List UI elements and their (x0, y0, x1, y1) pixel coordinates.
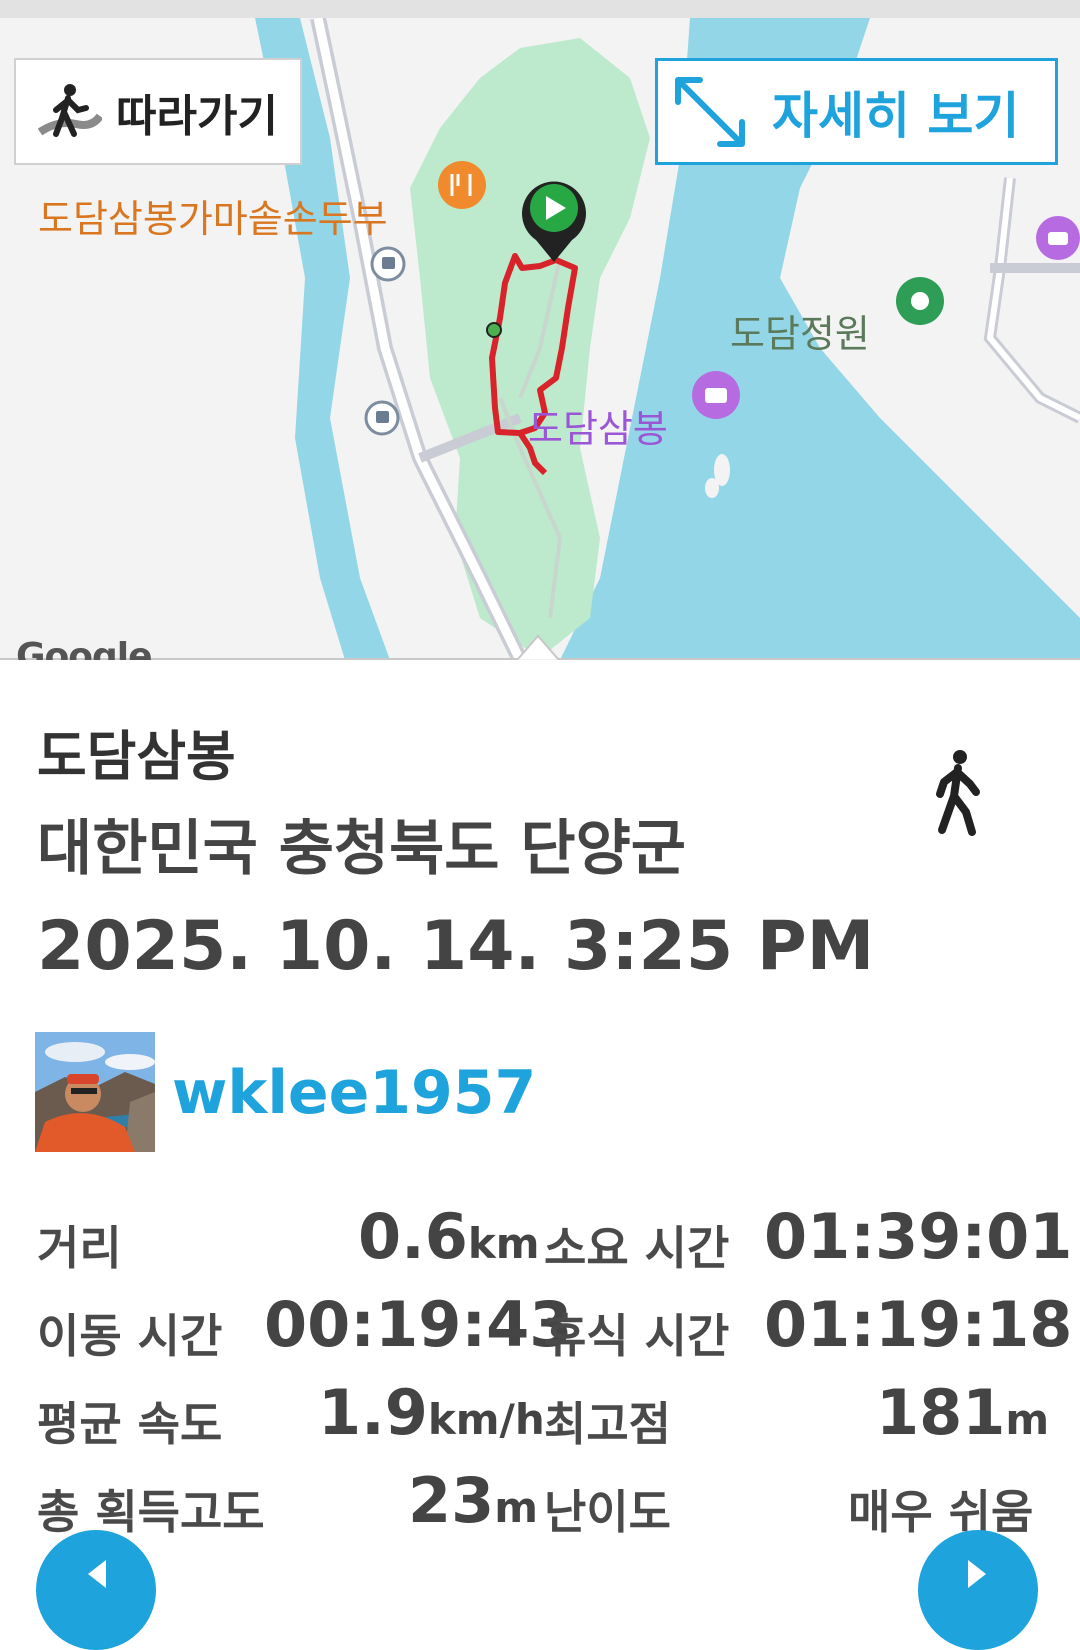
duration-label: 소요 시간 (544, 1221, 730, 1275)
avg-speed-unit: km/h (427, 1395, 545, 1444)
track-title: 도담삼봉 (37, 725, 236, 788)
avg-speed-value: 1.9 (318, 1376, 428, 1449)
poi-garden-label[interactable]: 도담정원 (730, 303, 870, 358)
google-attribution: Google (16, 636, 153, 660)
follow-button-label: 따라가기 (116, 90, 278, 142)
detail-view-button-label: 자세히 보기 (772, 86, 1020, 145)
track-datetime: 2025. 10. 14. 3:25 PM (37, 907, 875, 986)
moving-time-label: 이동 시간 (37, 1309, 223, 1363)
previous-button[interactable] (36, 1530, 156, 1650)
avg-speed-value-group: 1.9km/h (318, 1376, 545, 1449)
chevron-right-icon (968, 1560, 986, 1588)
avatar-photo (35, 1032, 155, 1152)
rest-time-label: 휴식 시간 (544, 1309, 730, 1363)
expand-icon (675, 76, 745, 147)
max-elevation-unit: m (1005, 1395, 1050, 1444)
avatar[interactable] (35, 1032, 155, 1152)
difficulty-label: 난이도 (544, 1485, 671, 1539)
hiker-icon (38, 83, 102, 137)
max-elevation-label: 최고점 (544, 1397, 671, 1451)
username-link[interactable]: wklee1957 (172, 1058, 536, 1128)
walking-person-icon (936, 750, 980, 836)
chevron-left-icon (88, 1560, 106, 1588)
follow-button[interactable]: 따라가기 (14, 58, 302, 165)
rest-time-value: 01:19:18 (764, 1288, 1073, 1361)
total-ascent-value-group: 23m (408, 1464, 538, 1537)
poi-restaurant-label[interactable]: 도담삼봉가마솥손두부 (38, 188, 388, 243)
distance-value-group: 0.6km (358, 1200, 540, 1273)
max-elevation-value-group: 181m (876, 1376, 1049, 1449)
max-elevation-value: 181 (876, 1376, 1006, 1449)
track-region: 대한민국 충청북도 단양군 (37, 814, 686, 884)
total-ascent-value: 23 (408, 1464, 495, 1537)
poi-spot-label[interactable]: 도담삼봉 (528, 398, 668, 453)
total-ascent-unit: m (494, 1483, 539, 1532)
moving-time-value: 00:19:43 (264, 1288, 573, 1361)
distance-value: 0.6 (358, 1200, 468, 1273)
next-button[interactable] (918, 1530, 1038, 1650)
detail-view-button[interactable]: 자세히 보기 (655, 58, 1058, 165)
map-view[interactable]: 따라가기 자세히 보기 도담삼봉가마솥손두부 도담정원 도담삼봉 Google (0, 18, 1080, 660)
status-bar (0, 0, 1080, 18)
distance-label: 거리 (37, 1221, 122, 1275)
duration-value: 01:39:01 (764, 1200, 1073, 1273)
distance-unit: km (467, 1219, 540, 1268)
avg-speed-label: 평균 속도 (37, 1397, 223, 1451)
